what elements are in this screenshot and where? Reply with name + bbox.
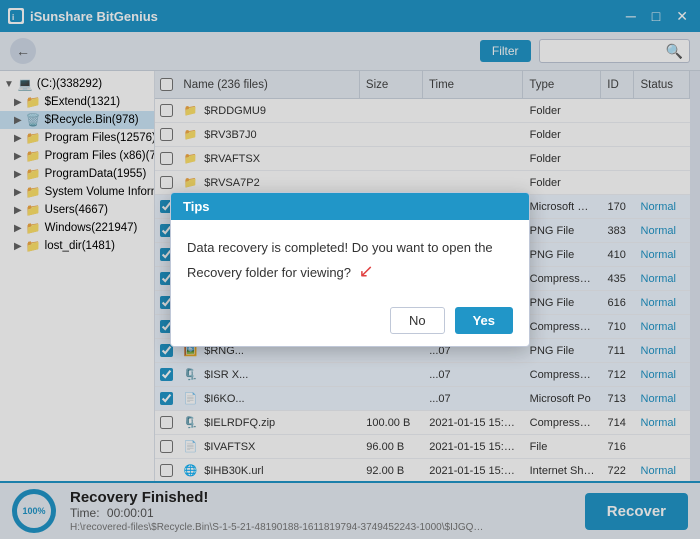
dialog-header: Tips [171,193,529,220]
dialog-message: Data recovery is completed! Do you want … [187,240,493,280]
dialog-no-button[interactable]: No [390,307,445,334]
dialog-overlay: Tips Data recovery is completed! Do you … [0,0,700,539]
dialog-yes-button[interactable]: Yes [455,307,513,334]
dialog-body: Data recovery is completed! Do you want … [171,220,529,299]
dialog-box: Tips Data recovery is completed! Do you … [170,192,530,347]
dialog-buttons: No Yes [171,299,529,346]
dialog-arrow-icon: ↙ [359,258,374,285]
